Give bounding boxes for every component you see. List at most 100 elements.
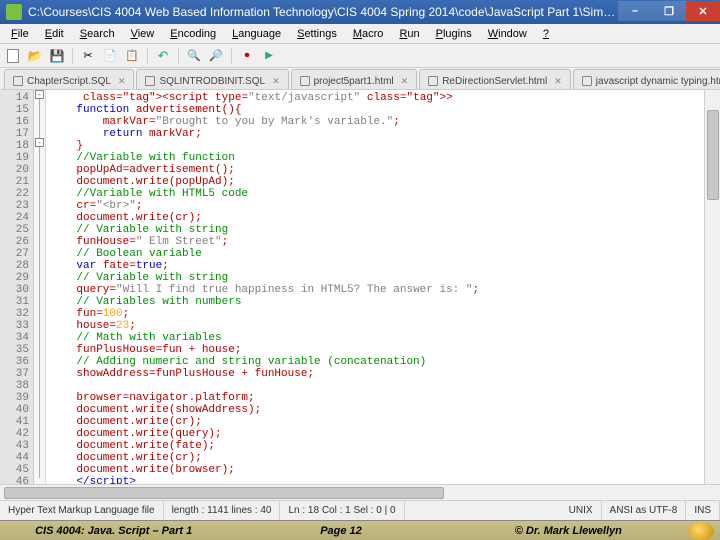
status-position: Ln : 18 Col : 1 Sel : 0 | 0 <box>280 501 404 520</box>
line-number: 19 <box>0 152 29 164</box>
file-icon <box>428 76 438 86</box>
window-title: C:\Courses\CIS 4004 Web Based Informatio… <box>28 5 618 19</box>
line-number: 44 <box>0 452 29 464</box>
play-macro-icon[interactable] <box>260 47 278 65</box>
file-icon <box>582 76 592 86</box>
cut-icon[interactable] <box>79 47 97 65</box>
menu-window[interactable]: Window <box>481 26 534 42</box>
slide-footer: CIS 4004: Java. Script – Part 1 Page 12 … <box>0 520 720 540</box>
close-tab-icon[interactable]: ✕ <box>118 76 126 87</box>
line-number: 45 <box>0 464 29 476</box>
line-number: 20 <box>0 164 29 176</box>
menu-encoding[interactable]: Encoding <box>163 26 223 42</box>
tab-label: SQLINTRODBINIT.SQL <box>159 76 265 87</box>
menu-search[interactable]: Search <box>73 26 122 42</box>
scroll-thumb[interactable] <box>4 487 444 499</box>
line-number: 26 <box>0 236 29 248</box>
tab-label: ReDirectionServlet.html <box>442 76 547 87</box>
toolbar-separator <box>72 48 73 64</box>
close-button[interactable]: ✕ <box>686 1 720 21</box>
maximize-button[interactable]: ❐ <box>652 1 686 21</box>
horizontal-scrollbar[interactable] <box>0 484 720 500</box>
line-number: 42 <box>0 428 29 440</box>
line-number: 17 <box>0 128 29 140</box>
toolbar-separator <box>147 48 148 64</box>
new-file-icon[interactable] <box>4 47 22 65</box>
vertical-scrollbar[interactable] <box>704 90 720 484</box>
status-eol[interactable]: UNIX <box>561 501 602 520</box>
menu-edit[interactable]: Edit <box>38 26 71 42</box>
close-tab-icon[interactable]: ✕ <box>554 76 562 87</box>
line-number: 27 <box>0 248 29 260</box>
paste-icon[interactable] <box>123 47 141 65</box>
statusbar: Hyper Text Markup Language file length :… <box>0 500 720 520</box>
close-tab-icon[interactable]: ✕ <box>401 76 409 87</box>
menu-?[interactable]: ? <box>536 26 556 42</box>
record-macro-icon[interactable] <box>238 47 256 65</box>
toolbar-separator <box>231 48 232 64</box>
footer-right: © Dr. Mark Llewellyn <box>455 525 682 537</box>
line-number: 15 <box>0 104 29 116</box>
code-view[interactable]: class="tag"><script type="text/javascrip… <box>46 90 704 484</box>
line-number: 24 <box>0 212 29 224</box>
file-icon <box>300 76 310 86</box>
file-icon <box>13 76 23 86</box>
tab-label: ChapterScript.SQL <box>27 76 111 87</box>
line-number: 31 <box>0 296 29 308</box>
line-number: 16 <box>0 116 29 128</box>
tab-strip: ChapterScript.SQL✕SQLINTRODBINIT.SQL✕pro… <box>0 68 720 90</box>
line-number: 38 <box>0 380 29 392</box>
menu-view[interactable]: View <box>124 26 162 42</box>
menu-run[interactable]: Run <box>392 26 426 42</box>
undo-icon[interactable] <box>154 47 172 65</box>
zoom-icon[interactable] <box>207 47 225 65</box>
line-number: 32 <box>0 308 29 320</box>
window-titlebar: C:\Courses\CIS 4004 Web Based Informatio… <box>0 0 720 24</box>
menu-settings[interactable]: Settings <box>290 26 344 42</box>
open-file-icon[interactable] <box>26 47 44 65</box>
line-number: 30 <box>0 284 29 296</box>
tab-label: project5part1.html <box>314 76 394 87</box>
line-number: 18 <box>0 140 29 152</box>
line-number: 40 <box>0 404 29 416</box>
line-number: 35 <box>0 344 29 356</box>
line-number: 43 <box>0 440 29 452</box>
scroll-thumb[interactable] <box>707 110 719 200</box>
toolbar-separator <box>178 48 179 64</box>
tab-javascript-dynamic-typing-html[interactable]: javascript dynamic typing.html✕ <box>573 69 720 89</box>
line-number: 14 <box>0 92 29 104</box>
status-filetype: Hyper Text Markup Language file <box>0 501 164 520</box>
toolbar <box>0 44 720 68</box>
line-number: 29 <box>0 272 29 284</box>
line-number: 34 <box>0 332 29 344</box>
file-icon <box>145 76 155 86</box>
menu-macro[interactable]: Macro <box>346 26 391 42</box>
tab-sqlintrodbinit-sql[interactable]: SQLINTRODBINIT.SQL ✕ <box>136 69 288 89</box>
editor-area: 1415161718192021222324252627282930313233… <box>0 90 720 484</box>
app-icon <box>6 4 22 20</box>
line-number-gutter: 1415161718192021222324252627282930313233… <box>0 90 34 484</box>
copy-icon[interactable] <box>101 47 119 65</box>
status-encoding[interactable]: ANSI as UTF-8 <box>602 501 687 520</box>
line-number: 28 <box>0 260 29 272</box>
close-tab-icon[interactable]: ✕ <box>272 76 280 87</box>
tab-chapterscript-sql[interactable]: ChapterScript.SQL ✕ <box>4 69 134 89</box>
ucf-logo-icon <box>688 522 714 540</box>
tab-label: javascript dynamic typing.html <box>596 76 720 87</box>
menu-file[interactable]: File <box>4 26 36 42</box>
line-number: 33 <box>0 320 29 332</box>
footer-left: CIS 4004: Java. Script – Part 1 <box>0 525 227 537</box>
status-insert-mode[interactable]: INS <box>686 501 720 520</box>
tab-project5part1-html[interactable]: project5part1.html ✕ <box>291 69 418 89</box>
minimize-button[interactable]: – <box>618 1 652 21</box>
line-number: 23 <box>0 200 29 212</box>
line-number: 36 <box>0 356 29 368</box>
status-length: length : 1141 lines : 40 <box>164 501 281 520</box>
fold-margin[interactable]: - - <box>34 90 46 484</box>
menu-plugins[interactable]: Plugins <box>429 26 479 42</box>
find-icon[interactable] <box>185 47 203 65</box>
menubar: FileEditSearchViewEncodingLanguageSettin… <box>0 24 720 44</box>
tab-redirectionservlet-html[interactable]: ReDirectionServlet.html ✕ <box>419 69 571 89</box>
save-file-icon[interactable] <box>48 47 66 65</box>
menu-language[interactable]: Language <box>225 26 288 42</box>
